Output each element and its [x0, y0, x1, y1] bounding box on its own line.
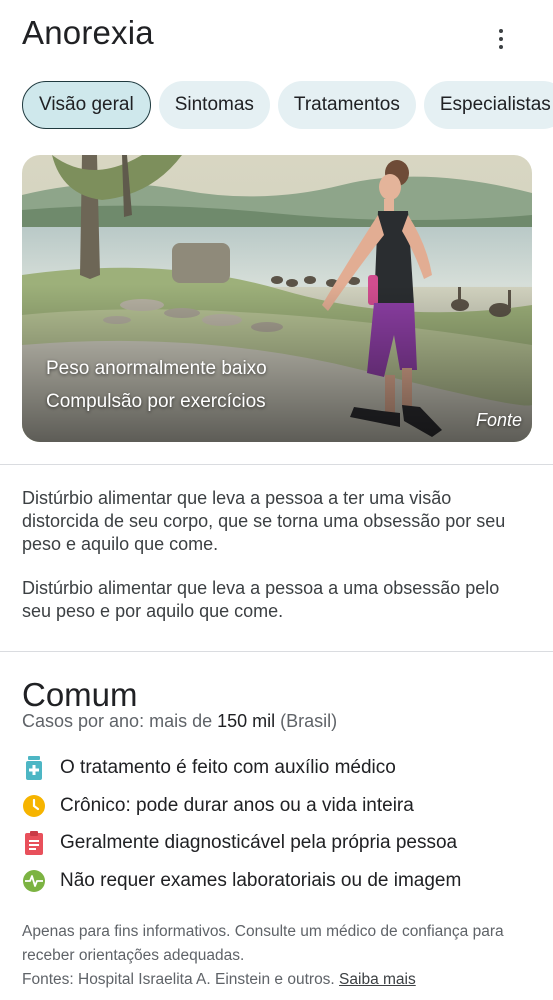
fact-item: Crônico: pode durar anos ou a vida intei… — [22, 791, 414, 821]
tab-especialistas[interactable]: Especialistas — [423, 81, 553, 129]
fact-item: O tratamento é feito com auxílio médico — [22, 753, 396, 783]
tab-bar: Visão geral Sintomas Tratamentos Especia… — [22, 81, 553, 129]
description-detailed: Distúrbio alimentar que leva a pessoa a … — [22, 488, 506, 554]
description-short: Distúrbio alimentar que leva a pessoa a … — [22, 578, 500, 621]
fact-item: Não requer exames laboratoriais ou de im… — [22, 866, 461, 896]
header: Anorexia — [0, 0, 553, 72]
hero-caption-2: Compulsão por exercícios — [46, 391, 266, 412]
more-options-icon[interactable] — [486, 24, 516, 54]
tab-visao-geral[interactable]: Visão geral — [22, 81, 151, 129]
clock-icon — [22, 794, 46, 818]
hero-illustration[interactable]: Peso anormalmente baixo Compulsão por ex… — [22, 155, 532, 442]
learn-more-link[interactable]: Saiba mais — [339, 971, 416, 988]
divider — [0, 464, 553, 465]
sources: Fontes: Hospital Israelita A. Einstein e… — [22, 971, 416, 988]
cases-value: 150 mil — [217, 711, 276, 731]
tab-sintomas[interactable]: Sintomas — [158, 81, 270, 129]
prevalence-title: Comum — [22, 676, 138, 713]
hero-caption-1: Peso anormalmente baixo — [46, 358, 267, 379]
medicine-bottle-icon — [22, 756, 46, 780]
cases-per-year: Casos por ano: mais de 150 mil (Brasil) — [22, 711, 338, 731]
pulse-icon — [22, 869, 46, 893]
tab-tratamentos[interactable]: Tratamentos — [277, 81, 416, 129]
page-title: Anorexia — [22, 14, 154, 51]
knowledge-panel: Anorexia Visão geral Sintomas Tratamento… — [0, 0, 553, 1000]
divider — [0, 651, 553, 652]
clipboard-icon — [22, 831, 46, 855]
image-source-link[interactable]: Fonte — [476, 410, 522, 431]
fact-item: Geralmente diagnosticável pela própria p… — [22, 828, 457, 858]
disclaimer: Apenas para fins informativos. Consulte … — [22, 923, 504, 964]
